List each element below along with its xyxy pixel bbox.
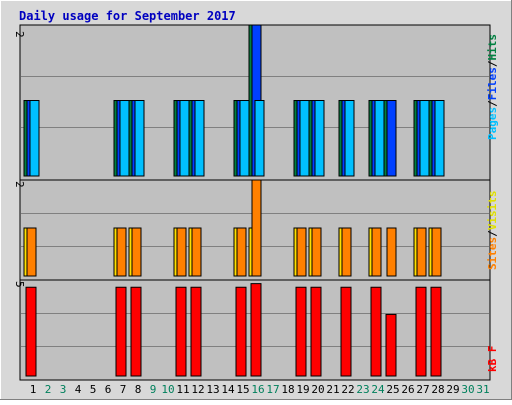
x-tick-label: 22 bbox=[341, 383, 354, 396]
bar-pages-day-22 bbox=[344, 100, 355, 177]
x-tick-label: 11 bbox=[176, 383, 189, 396]
bar-kbytes-day-16 bbox=[250, 283, 262, 377]
bar-pages-day-16 bbox=[254, 100, 265, 177]
kbytes-legend: kB F bbox=[486, 346, 499, 373]
x-tick-label: 17 bbox=[266, 383, 279, 396]
x-tick-label: 1 bbox=[30, 383, 37, 396]
x-tick-label: 18 bbox=[281, 383, 294, 396]
bar-pages-day-15 bbox=[239, 100, 250, 177]
x-tick-label: 6 bbox=[105, 383, 112, 396]
bar-sites-day-12 bbox=[191, 227, 202, 277]
x-tick-label: 5 bbox=[90, 383, 97, 396]
usage-chart: Daily usage for September 2017 2 2 5 Pag… bbox=[0, 0, 512, 400]
bar-sites-day-20 bbox=[311, 227, 322, 277]
bar-kbytes-day-7 bbox=[115, 286, 127, 377]
x-tick-label: 21 bbox=[326, 383, 339, 396]
x-tick-label: 26 bbox=[401, 383, 414, 396]
bar-sites-day-22 bbox=[341, 227, 352, 277]
bar-pages-day-7 bbox=[119, 100, 130, 177]
x-tick-label: 15 bbox=[236, 383, 249, 396]
bar-sites-day-19 bbox=[296, 227, 307, 277]
x-tick-label: 4 bbox=[75, 383, 82, 396]
x-tick-label: 8 bbox=[135, 383, 142, 396]
legend-kbytes: kB F bbox=[486, 346, 499, 373]
bar-kbytes-day-19 bbox=[295, 286, 307, 377]
bar-kbytes-day-11 bbox=[175, 286, 187, 377]
x-tick-label: 10 bbox=[161, 383, 174, 396]
bar-pages-day-11 bbox=[179, 100, 190, 177]
x-tick-label: 9 bbox=[150, 383, 157, 396]
bar-kbytes-day-27 bbox=[415, 286, 427, 377]
legend-hits: Hits bbox=[486, 34, 499, 61]
bar-pages-day-28 bbox=[434, 100, 445, 177]
x-tick-label: 20 bbox=[311, 383, 324, 396]
bar-sites-day-27 bbox=[416, 227, 427, 277]
bar-sites-day-28 bbox=[431, 227, 442, 277]
hits-y-max-label: 2 bbox=[13, 31, 26, 38]
bar-kbytes-day-15 bbox=[235, 286, 247, 377]
bar-sites-day-24 bbox=[371, 227, 382, 277]
x-tick-label: 14 bbox=[221, 383, 235, 396]
x-tick-label: 16 bbox=[251, 383, 264, 396]
bar-kbytes-day-1 bbox=[25, 286, 37, 377]
x-tick-label: 31 bbox=[476, 383, 489, 396]
bar-pages-day-8 bbox=[134, 100, 145, 177]
bar-pages-day-12 bbox=[194, 100, 205, 177]
legend-files: Files bbox=[486, 67, 499, 100]
legend-sites: Sites bbox=[486, 237, 499, 270]
bar-kbytes-day-25 bbox=[385, 313, 397, 377]
bar-kbytes-day-22 bbox=[340, 286, 352, 377]
x-tick-label: 23 bbox=[356, 383, 369, 396]
sites-legend: Sites/Visits bbox=[486, 191, 499, 271]
bar-pages-day-19 bbox=[299, 100, 310, 177]
x-tick-label: 19 bbox=[296, 383, 309, 396]
bar-kbytes-day-20 bbox=[310, 286, 322, 377]
bar-kbytes-day-8 bbox=[130, 286, 142, 377]
x-tick-label: 2 bbox=[45, 383, 52, 396]
x-tick-label: 30 bbox=[461, 383, 474, 396]
kbytes-y-max-label: 5 bbox=[13, 281, 26, 288]
bar-pages-day-24 bbox=[374, 100, 385, 177]
chart-title: Daily usage for September 2017 bbox=[19, 9, 236, 23]
bar-sites-day-8 bbox=[131, 227, 142, 277]
chart-canvas: Daily usage for September 2017 2 2 5 Pag… bbox=[0, 0, 512, 400]
legend-pages: Pages bbox=[486, 107, 499, 140]
bar-sites-day-1 bbox=[26, 227, 37, 277]
bar-sites-day-16 bbox=[251, 179, 262, 277]
x-tick-label: 3 bbox=[60, 383, 67, 396]
bar-pages-day-1 bbox=[29, 100, 40, 177]
bar-kbytes-day-24 bbox=[370, 286, 382, 377]
legend-visits: Visits bbox=[486, 191, 499, 231]
x-tick-label: 24 bbox=[371, 383, 385, 396]
x-tick-label: 28 bbox=[431, 383, 444, 396]
x-tick-label: 13 bbox=[206, 383, 219, 396]
x-tick-label: 29 bbox=[446, 383, 459, 396]
sites-y-max-label: 2 bbox=[13, 181, 26, 188]
hits-legend: Pages/Files/Hits bbox=[486, 34, 499, 140]
bar-kbytes-day-12 bbox=[190, 286, 202, 377]
x-tick-label: 25 bbox=[386, 383, 399, 396]
bar-kbytes-day-28 bbox=[430, 286, 442, 377]
x-tick-label: 27 bbox=[416, 383, 429, 396]
bar-sites-day-15 bbox=[236, 227, 247, 277]
bar-pages-day-20 bbox=[314, 100, 325, 177]
bar-sites-day-25 bbox=[386, 227, 397, 277]
bar-sites-day-11 bbox=[176, 227, 187, 277]
bar-pages-day-27 bbox=[419, 100, 430, 177]
x-tick-label: 7 bbox=[120, 383, 127, 396]
x-tick-label: 12 bbox=[191, 383, 204, 396]
bar-sites-day-7 bbox=[116, 227, 127, 277]
bar-files-day-25 bbox=[386, 100, 397, 177]
